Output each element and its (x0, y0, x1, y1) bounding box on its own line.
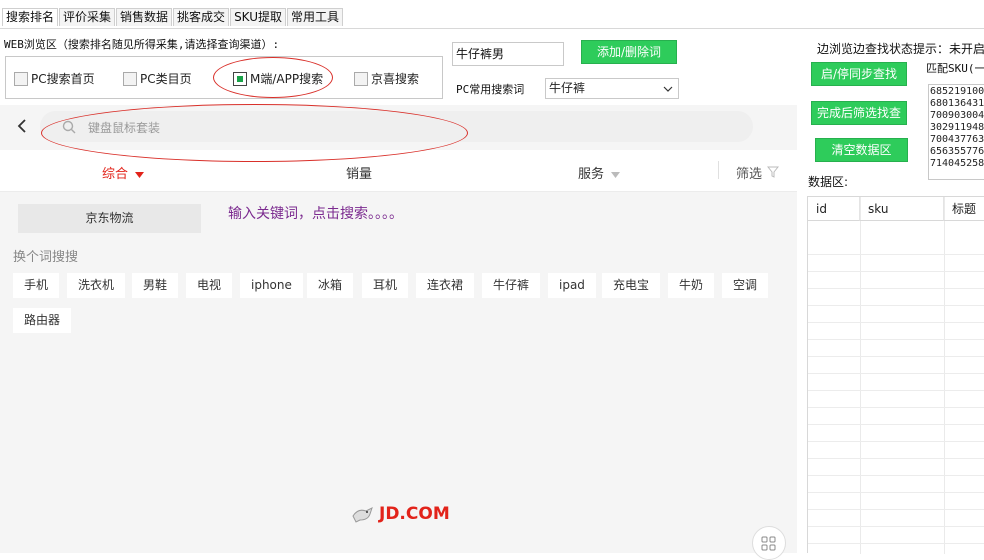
divider (718, 161, 719, 179)
table-row (808, 493, 984, 510)
hot-word-chip[interactable]: 连衣裙 (416, 273, 475, 298)
caret-down-icon (135, 172, 145, 178)
list-item: 656355776 (930, 146, 984, 157)
data-area-label: 数据区: (808, 175, 849, 189)
table-row (808, 306, 984, 323)
table-row (808, 527, 984, 544)
grid-menu-button[interactable] (752, 526, 786, 560)
common-search-select[interactable]: 牛仔裤 (545, 78, 679, 99)
channel-pc-search-home[interactable]: PC搜索首页 (14, 70, 95, 87)
hot-word-chip[interactable]: 充电宝 (602, 273, 661, 298)
checkbox-icon[interactable] (123, 71, 137, 86)
tab-customer-deal[interactable]: 挑客成交 (173, 8, 230, 26)
table-row (808, 425, 984, 442)
sort-sales[interactable]: 销量 (346, 163, 372, 182)
jd-logo: JD.COM (350, 504, 450, 524)
channel-m-app-search[interactable]: M端/APP搜索 (233, 70, 323, 87)
hot-word-chip[interactable]: ipad (548, 273, 596, 298)
switch-word-label: 换个词搜搜 (13, 250, 79, 265)
caret-down-icon (611, 172, 621, 178)
sync-find-toggle-button[interactable]: 启/停同步查找 (811, 62, 907, 86)
jd-web-view[interactable]: 键盘鼠标套装 综合 销量 服务 筛选 京东物流 输入关键词，点击搜索。。。。 换… (0, 105, 797, 560)
search-icon (62, 120, 76, 134)
jd-dog-icon (352, 507, 373, 523)
hot-word-chip[interactable]: iphone (240, 273, 303, 298)
hot-word-chip[interactable]: 空调 (722, 273, 769, 298)
grid-icon (761, 536, 776, 551)
jd-logistics-button[interactable]: 京东物流 (18, 204, 201, 233)
table-row (808, 442, 984, 459)
list-item: 714045258 (930, 158, 984, 169)
status-hint-label: 边浏览边查找状态提示：未开启 (817, 42, 984, 56)
hot-word-chip[interactable]: 洗衣机 (67, 273, 126, 298)
hot-word-chip[interactable]: 耳机 (362, 273, 409, 298)
match-sku-label: 匹配SKU(一 (926, 62, 984, 75)
checkbox-checked-icon[interactable] (233, 71, 247, 86)
funnel-icon (767, 166, 780, 178)
checkbox-icon[interactable] (354, 71, 368, 86)
tab-sales-data[interactable]: 销售数据 (116, 8, 173, 26)
table-row (808, 357, 984, 374)
table-row (808, 323, 984, 340)
chevron-down-icon (663, 86, 673, 92)
add-delete-word-button[interactable]: 添加/删除词 (581, 40, 677, 64)
tab-review-collect[interactable]: 评价采集 (59, 8, 116, 26)
list-item: 700437763 (930, 134, 984, 145)
common-search-label: PC常用搜索词 (456, 83, 525, 96)
table-row (808, 459, 984, 476)
checkbox-icon[interactable] (14, 71, 28, 86)
table-row (808, 340, 984, 357)
tab-sku-extract[interactable]: SKU提取 (230, 8, 287, 26)
hot-word-chip[interactable]: 电视 (186, 273, 233, 298)
tab-search-rank[interactable]: 搜索排名 (2, 8, 59, 26)
column-header-id[interactable]: id (808, 197, 860, 221)
keyword-input[interactable]: 牛仔裤男 (452, 42, 564, 66)
channel-pc-category[interactable]: PC类目页 (123, 70, 192, 87)
data-grid[interactable]: id sku 标题 (807, 196, 984, 554)
column-header-sku[interactable]: sku (860, 197, 944, 221)
hot-word-chip[interactable]: 牛奶 (668, 273, 715, 298)
table-row (808, 476, 984, 493)
table-row (808, 510, 984, 527)
tab-common-tools[interactable]: 常用工具 (287, 8, 344, 26)
back-arrow-icon[interactable] (16, 118, 28, 134)
table-row (808, 374, 984, 391)
sort-service[interactable]: 服务 (578, 163, 621, 182)
sort-bar: 综合 销量 服务 筛选 (0, 150, 797, 192)
column-header-title[interactable]: 标题 (944, 197, 984, 221)
table-row (808, 391, 984, 408)
channel-jingxi-search[interactable]: 京喜搜索 (354, 70, 419, 87)
hot-word-chip[interactable]: 牛仔裤 (482, 273, 541, 298)
sku-list[interactable]: 685219100 680136431 700903004 302911948 … (928, 84, 984, 180)
table-row (808, 289, 984, 306)
tab-bar: 搜索排名 评价采集 销售数据 挑客成交 SKU提取 常用工具 (0, 0, 984, 29)
hot-word-chip[interactable]: 路由器 (13, 308, 72, 333)
hot-word-chip[interactable]: 手机 (13, 273, 60, 298)
sort-comprehensive[interactable]: 综合 (102, 163, 145, 182)
jd-search-placeholder: 键盘鼠标套装 (88, 121, 161, 135)
list-item: 302911948 (930, 122, 984, 133)
table-row (808, 255, 984, 272)
table-row (808, 238, 984, 255)
table-row (808, 408, 984, 425)
list-item: 685219100 (930, 86, 984, 97)
list-item: 680136431 (930, 98, 984, 109)
web-section-label: WEB浏览区（搜索排名随见所得采集,请选择查询渠道）: (4, 38, 280, 51)
table-row (808, 272, 984, 289)
hot-word-chip[interactable]: 男鞋 (132, 273, 179, 298)
jd-search-bar[interactable]: 键盘鼠标套装 (40, 111, 753, 142)
hot-word-chip[interactable]: 冰箱 (307, 273, 354, 298)
filter-button[interactable]: 筛选 (736, 163, 780, 182)
clear-data-button[interactable]: 清空数据区 (815, 138, 908, 162)
search-hint-text: 输入关键词，点击搜索。。。。 (228, 206, 403, 222)
filter-find-button[interactable]: 完成后筛选找查 (811, 101, 907, 125)
list-item: 700903004 (930, 110, 984, 121)
